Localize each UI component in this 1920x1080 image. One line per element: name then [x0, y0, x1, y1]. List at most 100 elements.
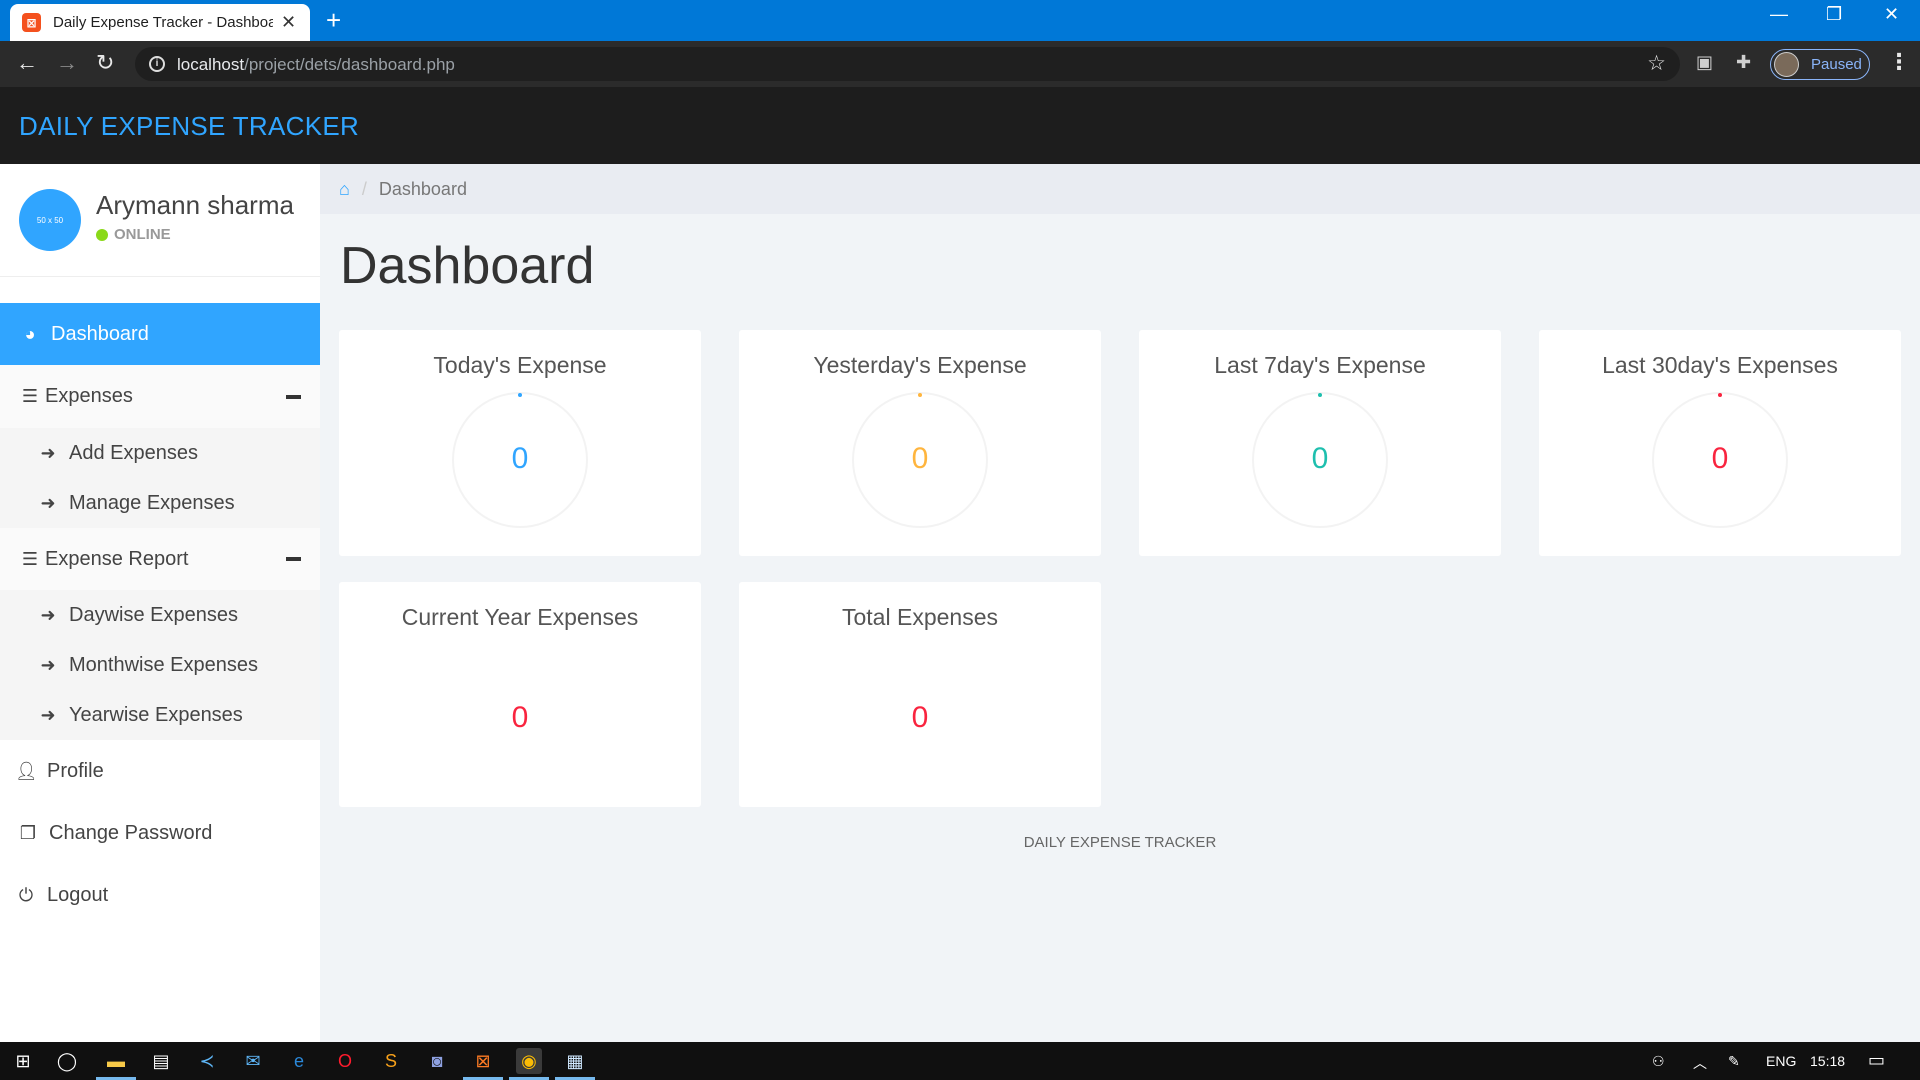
xampp-icon[interactable]: ⊠ — [470, 1048, 496, 1074]
address-bar[interactable]: i localhost/project/dets/dashboard.php ☆ — [135, 47, 1680, 81]
tab-title: Daily Expense Tracker - Dashboard — [53, 14, 273, 31]
power-icon: ⏻ — [18, 884, 34, 905]
stat-card-last-30-days: Last 30day's Expenses 0 — [1539, 330, 1901, 556]
card-title: Last 7day's Expense — [1214, 352, 1426, 378]
card-value: 0 — [911, 701, 929, 734]
url-host: localhost — [177, 55, 245, 74]
notifications-icon[interactable]: ▭ — [1868, 1050, 1885, 1071]
card-value: 0 — [1711, 442, 1729, 475]
discord-icon[interactable]: ◙ — [424, 1048, 450, 1074]
people-icon[interactable]: ⚇ — [1652, 1053, 1665, 1070]
dashboard-gauge-icon: ◕ — [24, 323, 36, 344]
sidebar-item-label: Add Expenses — [69, 441, 198, 464]
os-taskbar: ⊞ ◯ ▬ ▤ ≺ ✉ e O S ◙ ⊠ ◉ ▦ ⚇ ︿ ✎ ENG 15:1… — [0, 1042, 1920, 1080]
sidebar-item-change-password[interactable]: ❐ Change Password — [0, 802, 320, 864]
app-header: DAILY EXPENSE TRACKER — [0, 87, 1920, 164]
avatar: 50 x 50 — [19, 189, 81, 251]
arrow-right-icon: ➜ — [40, 654, 56, 675]
sidebar-item-label: Yearwise Expenses — [69, 703, 243, 726]
sidebar-item-label: Dashboard — [51, 322, 149, 345]
progress-indicator-dot — [1718, 393, 1722, 397]
arrow-right-icon: ➜ — [40, 442, 56, 463]
notepad-icon[interactable]: ▦ — [562, 1048, 588, 1074]
sidebar-item-expenses[interactable]: ☰ Expenses — [0, 365, 320, 428]
brand-title[interactable]: DAILY EXPENSE TRACKER — [19, 111, 359, 142]
sidebar-item-add-expenses[interactable]: ➜ Add Expenses — [0, 428, 320, 478]
reload-icon[interactable]: ↻ — [96, 51, 114, 75]
sidebar-item-label: Daywise Expenses — [69, 603, 238, 626]
stat-card-total: Total Expenses 0 — [739, 582, 1101, 807]
breadcrumb-separator: / — [361, 178, 367, 199]
file-explorer-icon[interactable]: ▬ — [103, 1048, 129, 1074]
collapse-minus-icon[interactable] — [286, 394, 301, 399]
stat-card-last-7-days: Last 7day's Expense 0 — [1139, 330, 1501, 556]
avatar-placeholder-text: 50 x 50 — [36, 215, 64, 225]
sidebar-item-label: Change Password — [49, 821, 213, 844]
sidebar-item-yearwise[interactable]: ➜ Yearwise Expenses — [0, 690, 320, 740]
chrome-icon[interactable]: ◉ — [516, 1048, 542, 1074]
sidebar-item-label: Expense Report — [45, 547, 189, 570]
tab-close-icon[interactable]: ✕ — [281, 12, 296, 33]
profile-status-label: Paused — [1811, 56, 1862, 73]
sidebar-item-label: Monthwise Expenses — [69, 653, 258, 676]
pen-icon[interactable]: ✎ — [1728, 1053, 1740, 1070]
minimize-icon[interactable]: — — [1770, 4, 1788, 25]
bookmark-star-icon[interactable]: ☆ — [1647, 51, 1666, 76]
browser-toolbar: ← → ↻ i localhost/project/dets/dashboard… — [0, 41, 1920, 87]
sidebar-item-logout[interactable]: ⏻ Logout — [0, 864, 320, 926]
close-window-icon[interactable]: ✕ — [1884, 4, 1899, 25]
card-title: Total Expenses — [842, 604, 998, 630]
browser-profile-button[interactable]: Paused — [1770, 49, 1870, 80]
mail-icon[interactable]: ✉ — [240, 1048, 266, 1074]
forward-arrow-icon[interactable]: → — [56, 51, 78, 75]
card-value: 0 — [511, 442, 529, 475]
windows-start-icon[interactable]: ⊞ — [10, 1048, 36, 1074]
sidebar-item-manage-expenses[interactable]: ➜ Manage Expenses — [0, 478, 320, 528]
arrow-right-icon: ➜ — [40, 492, 56, 513]
tray-chevron-up-icon[interactable]: ︿ — [1693, 1053, 1707, 1073]
sidebar-item-label: Expenses — [45, 385, 133, 407]
sidebar-item-label: Profile — [47, 759, 104, 782]
xampp-favicon-icon: ⊠ — [22, 13, 41, 32]
browser-menu-icon[interactable]: ⋮ — [1888, 49, 1910, 75]
site-info-icon[interactable]: i — [149, 56, 165, 72]
vscode-icon[interactable]: ≺ — [194, 1048, 220, 1074]
user-icon: 👤︎ — [15, 760, 38, 781]
store-icon[interactable]: ▤ — [148, 1048, 174, 1074]
progress-indicator-dot — [1318, 393, 1322, 397]
browser-tab-bar: ⊠ Daily Expense Tracker - Dashboard ✕ + … — [0, 0, 1920, 41]
sidebar-item-dashboard[interactable]: ◕ Dashboard — [0, 303, 320, 365]
arrow-right-icon: ➜ — [40, 704, 56, 725]
card-value: 0 — [511, 701, 529, 734]
puzzle-extensions-icon[interactable]: ✚ — [1736, 52, 1751, 73]
footer-text: DAILY EXPENSE TRACKER — [1023, 834, 1217, 851]
edge-icon[interactable]: e — [286, 1048, 312, 1074]
bars-icon: ☰ — [21, 386, 39, 406]
clock[interactable]: 15:18 — [1810, 1053, 1845, 1069]
arrow-right-icon: ➜ — [40, 604, 56, 625]
collapse-minus-icon[interactable] — [286, 557, 301, 561]
card-title: Yesterday's Expense — [813, 352, 1027, 378]
cortana-circle-icon[interactable]: ◯ — [54, 1048, 80, 1074]
progress-indicator-dot — [518, 393, 522, 397]
new-tab-button[interactable]: + — [326, 6, 341, 34]
profile-avatar — [1774, 52, 1799, 77]
sidebar-item-profile[interactable]: 👤︎ Profile — [0, 740, 320, 802]
sidebar-item-daywise[interactable]: ➜ Daywise Expenses — [0, 590, 320, 640]
back-arrow-icon[interactable]: ← — [16, 51, 38, 75]
sidebar-item-expense-report[interactable]: ☰ Expense Report — [0, 528, 320, 590]
extension-icon[interactable]: ▣ — [1696, 52, 1713, 73]
sublime-text-icon[interactable]: S — [378, 1048, 404, 1074]
sidebar: 50 x 50 Arymann sharma ONLINE ◕ Dashboar… — [0, 164, 320, 1042]
card-value: 0 — [911, 442, 929, 475]
copy-icon: ❐ — [19, 822, 37, 843]
language-indicator[interactable]: ENG — [1766, 1053, 1796, 1069]
breadcrumb: ⌂ / Dashboard — [320, 164, 1920, 214]
restore-icon[interactable]: ❐ — [1826, 4, 1842, 25]
opera-icon[interactable]: O — [332, 1048, 358, 1074]
user-name: Arymann sharma — [96, 190, 294, 220]
home-icon[interactable]: ⌂ — [339, 179, 350, 200]
browser-tab[interactable]: ⊠ Daily Expense Tracker - Dashboard ✕ — [10, 4, 310, 41]
sidebar-item-monthwise[interactable]: ➜ Monthwise Expenses — [0, 640, 320, 690]
bars-icon: ☰ — [21, 548, 39, 569]
